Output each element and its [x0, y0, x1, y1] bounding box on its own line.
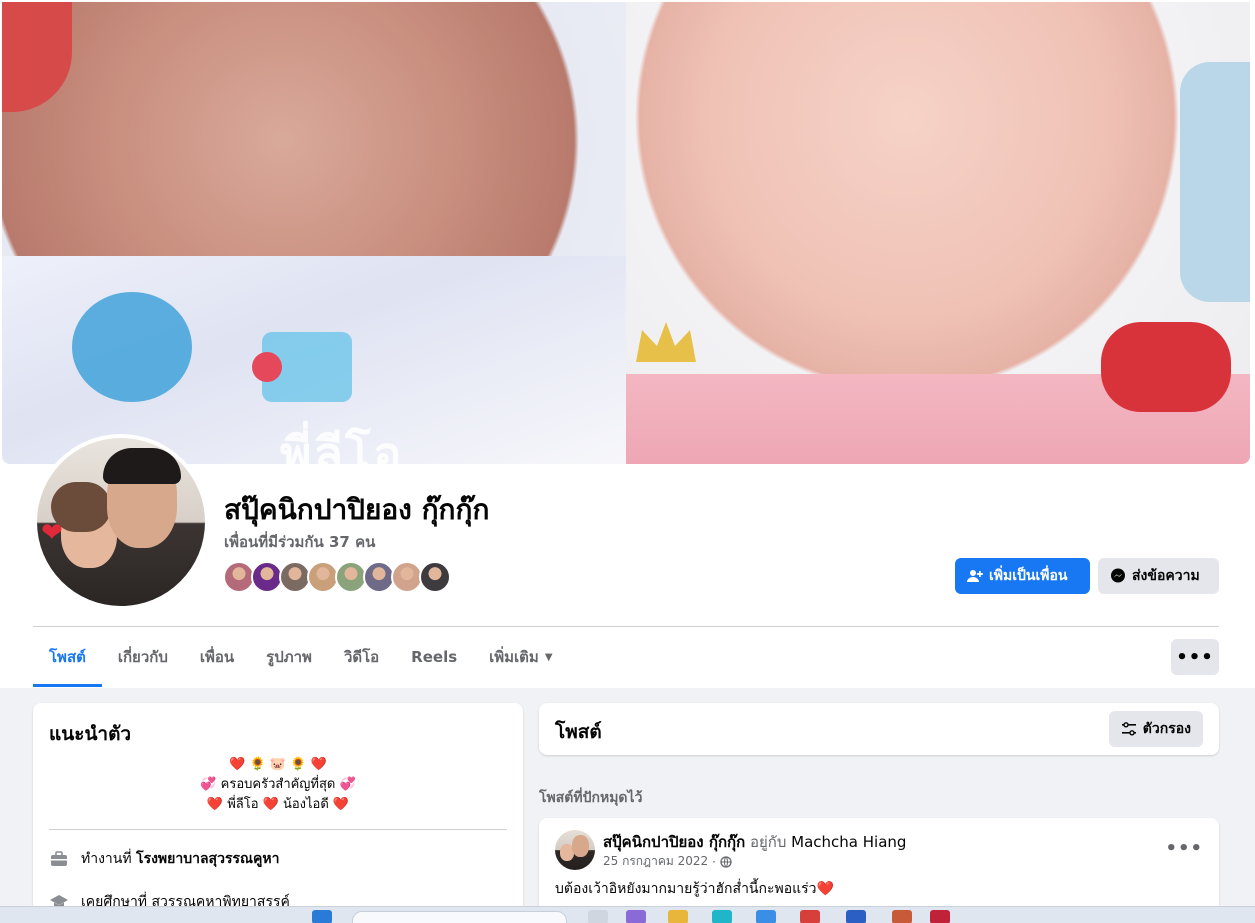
tab-2[interactable]: เพื่อน — [184, 627, 250, 687]
post-options-button[interactable]: ••• — [1165, 838, 1203, 859]
work-info: ทำงานที่ โรงพยาบาลสุวรรณคูหา — [49, 848, 279, 870]
bio-line: ❤️ 🌻 🐷 🌻 ❤️ — [229, 757, 327, 772]
task-view-icon[interactable] — [588, 910, 608, 923]
post-author-name[interactable]: สปุ๊คนิกปาปิยอง กุ๊กกุ๊ก — [603, 833, 745, 851]
message-button[interactable]: ส่งข้อความ — [1098, 558, 1219, 594]
cover-photo-right — [626, 2, 1250, 464]
windows-start-icon[interactable] — [312, 910, 332, 923]
more-options-button[interactable]: ••• — [1171, 639, 1219, 675]
pinned-posts-label: โพสต์ที่ปักหมุดไว้ — [539, 790, 643, 806]
add-person-icon — [967, 568, 983, 584]
filter-label: ตัวกรอง — [1142, 721, 1191, 737]
profile-avatar[interactable]: ❤ — [33, 434, 209, 610]
tab-4[interactable]: วิดีโอ — [328, 627, 395, 687]
bio-divider — [49, 829, 507, 830]
file-explorer-icon[interactable] — [668, 910, 688, 923]
avatar: ❤ — [37, 438, 205, 606]
calendar-icon[interactable] — [846, 910, 866, 923]
cover-photo-left: พี่ลีโอ — [2, 2, 626, 464]
profile-tabs: โพสต์ เกี่ยวกับ เพื่อน รูปภาพ วิดีโอ Reels เพิ… — [33, 627, 569, 687]
intro-title: แนะนำตัว — [49, 723, 132, 745]
post-text: บต้องเว้าอิหยังมากมายรู้ว่าฮักส่ำนี้กะพอ… — [555, 881, 834, 897]
app-icon-2[interactable] — [930, 910, 950, 923]
tab-label: เกี่ยวกับ — [117, 648, 168, 666]
meta-separator: · — [712, 854, 716, 869]
tab-3[interactable]: รูปภาพ — [250, 627, 328, 687]
bio-line: 💞 ครอบครัวสำคัญที่สุด 💞 — [200, 777, 356, 792]
tab-0[interactable]: โพสต์ — [33, 627, 102, 687]
chrome-icon[interactable] — [800, 910, 820, 923]
cover-photo[interactable]: พี่ลีโอ — [2, 2, 1250, 464]
mutual-friends-link[interactable]: เพื่อนที่มีร่วมกัน 37 คน — [224, 530, 375, 554]
tab-label: Reels — [411, 648, 458, 666]
bio: ❤️ 🌻 🐷 🌻 ❤️ 💞 ครอบครัวสำคัญที่สุด 💞 ❤️ พ… — [33, 755, 523, 815]
post-author-line: สปุ๊คนิกปาปิยอง กุ๊กกุ๊ก อยู่กับ Machcha… — [603, 830, 906, 854]
messenger-icon — [1110, 568, 1126, 584]
briefcase-icon — [49, 849, 69, 869]
mutual-friend-avatars — [223, 561, 451, 593]
mutual-friend-avatar[interactable] — [419, 561, 451, 593]
post-with-text: อยู่กับ — [749, 833, 787, 851]
work-place-link[interactable]: โรงพยาบาลสุวรรณคูหา — [136, 848, 279, 870]
tab-6[interactable]: เพิ่มเติม ▼ — [473, 627, 568, 687]
bio-line: ❤️ พี่ลีโอ ❤️ น้องไอดี ❤️ — [206, 797, 350, 812]
tab-label: เพิ่มเติม — [489, 648, 539, 666]
app-icon[interactable] — [892, 910, 912, 923]
tagged-person-link[interactable]: Machcha Hiang — [791, 833, 906, 851]
tab-1[interactable]: เกี่ยวกับ — [102, 627, 184, 687]
taskbar-search[interactable] — [352, 911, 567, 923]
tab-label: เพื่อน — [199, 648, 235, 666]
tab-label: รูปภาพ — [266, 648, 312, 666]
profile-page: พี่ลีโอ ❤ สปุ๊คนิกปาปิยอง กุ๊กกุ๊ก เพื่อ… — [0, 0, 1255, 923]
profile-name: สปุ๊คนิกปาปิยอง กุ๊กกุ๊ก — [224, 493, 490, 526]
taskbar — [0, 906, 1255, 923]
add-friend-button[interactable]: เพิ่มเป็นเพื่อน — [955, 558, 1090, 594]
work-prefix: ทำงานที่ — [81, 851, 132, 867]
tab-label: โพสต์ — [49, 648, 86, 666]
message-label: ส่งข้อความ — [1132, 568, 1200, 584]
posts-header-card: โพสต์ ตัวกรอง — [539, 703, 1219, 755]
caret-down-icon: ▼ — [544, 651, 553, 663]
store-icon[interactable] — [756, 910, 776, 923]
tab-label: วิดีโอ — [343, 648, 380, 666]
chat-icon[interactable] — [626, 910, 646, 923]
filter-button[interactable]: ตัวกรอง — [1108, 711, 1203, 747]
heart-icon: ❤ — [41, 518, 63, 548]
post-author-avatar[interactable] — [555, 830, 595, 870]
add-friend-label: เพิ่มเป็นเพื่อน — [989, 568, 1068, 584]
cover-overlay-text: พี่ลีโอ — [280, 427, 404, 464]
edge-icon[interactable] — [712, 910, 732, 923]
tab-5[interactable]: Reels — [395, 627, 473, 687]
posts-title: โพสต์ — [555, 721, 602, 743]
filter-icon — [1121, 721, 1137, 737]
globe-icon — [720, 855, 732, 868]
intro-card: แนะนำตัว ❤️ 🌻 🐷 🌻 ❤️ 💞 ครอบครัวสำคัญที่ส… — [33, 703, 523, 923]
post-date[interactable]: 25 กรกฎาคม 2022 — [603, 852, 708, 871]
post-meta: 25 กรกฎาคม 2022 · — [603, 852, 732, 871]
